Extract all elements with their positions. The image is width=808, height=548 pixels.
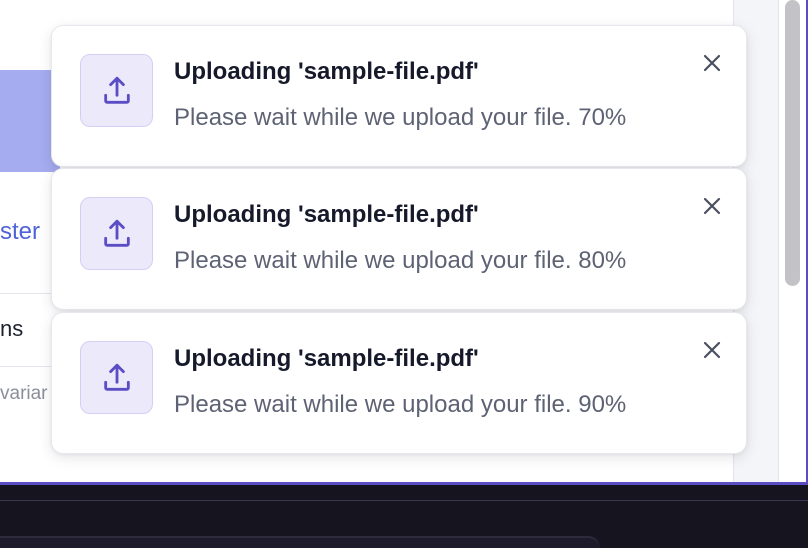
toast-title: Uploading 'sample-file.pdf': [174, 58, 479, 85]
toast-message: Please wait while we upload your file. 7…: [174, 104, 627, 131]
background-link[interactable]: ster: [0, 218, 40, 246]
toast-message: Please wait while we upload your file. 9…: [174, 391, 627, 418]
section-subtext: variar: [0, 383, 48, 404]
close-icon[interactable]: [699, 193, 725, 219]
toast-title: Uploading 'sample-file.pdf': [174, 201, 479, 228]
upload-toast: Uploading 'sample-file.pdf' Please wait …: [51, 25, 747, 167]
toast-message: Please wait while we upload your file. 8…: [174, 247, 627, 274]
close-icon[interactable]: [699, 50, 725, 76]
close-icon[interactable]: [699, 337, 725, 363]
bottom-tab[interactable]: [0, 536, 600, 548]
upload-toast: Uploading 'sample-file.pdf' Please wait …: [51, 312, 747, 454]
upload-icon: [80, 197, 153, 270]
upload-toast: Uploading 'sample-file.pdf' Please wait …: [51, 168, 747, 310]
toast-title: Uploading 'sample-file.pdf': [174, 345, 479, 372]
section-heading: ns: [0, 316, 24, 341]
upload-icon: [80, 341, 153, 414]
taskbar-divider: [0, 500, 808, 501]
scrollbar-thumb[interactable]: [785, 0, 800, 286]
upload-icon: [80, 54, 153, 127]
